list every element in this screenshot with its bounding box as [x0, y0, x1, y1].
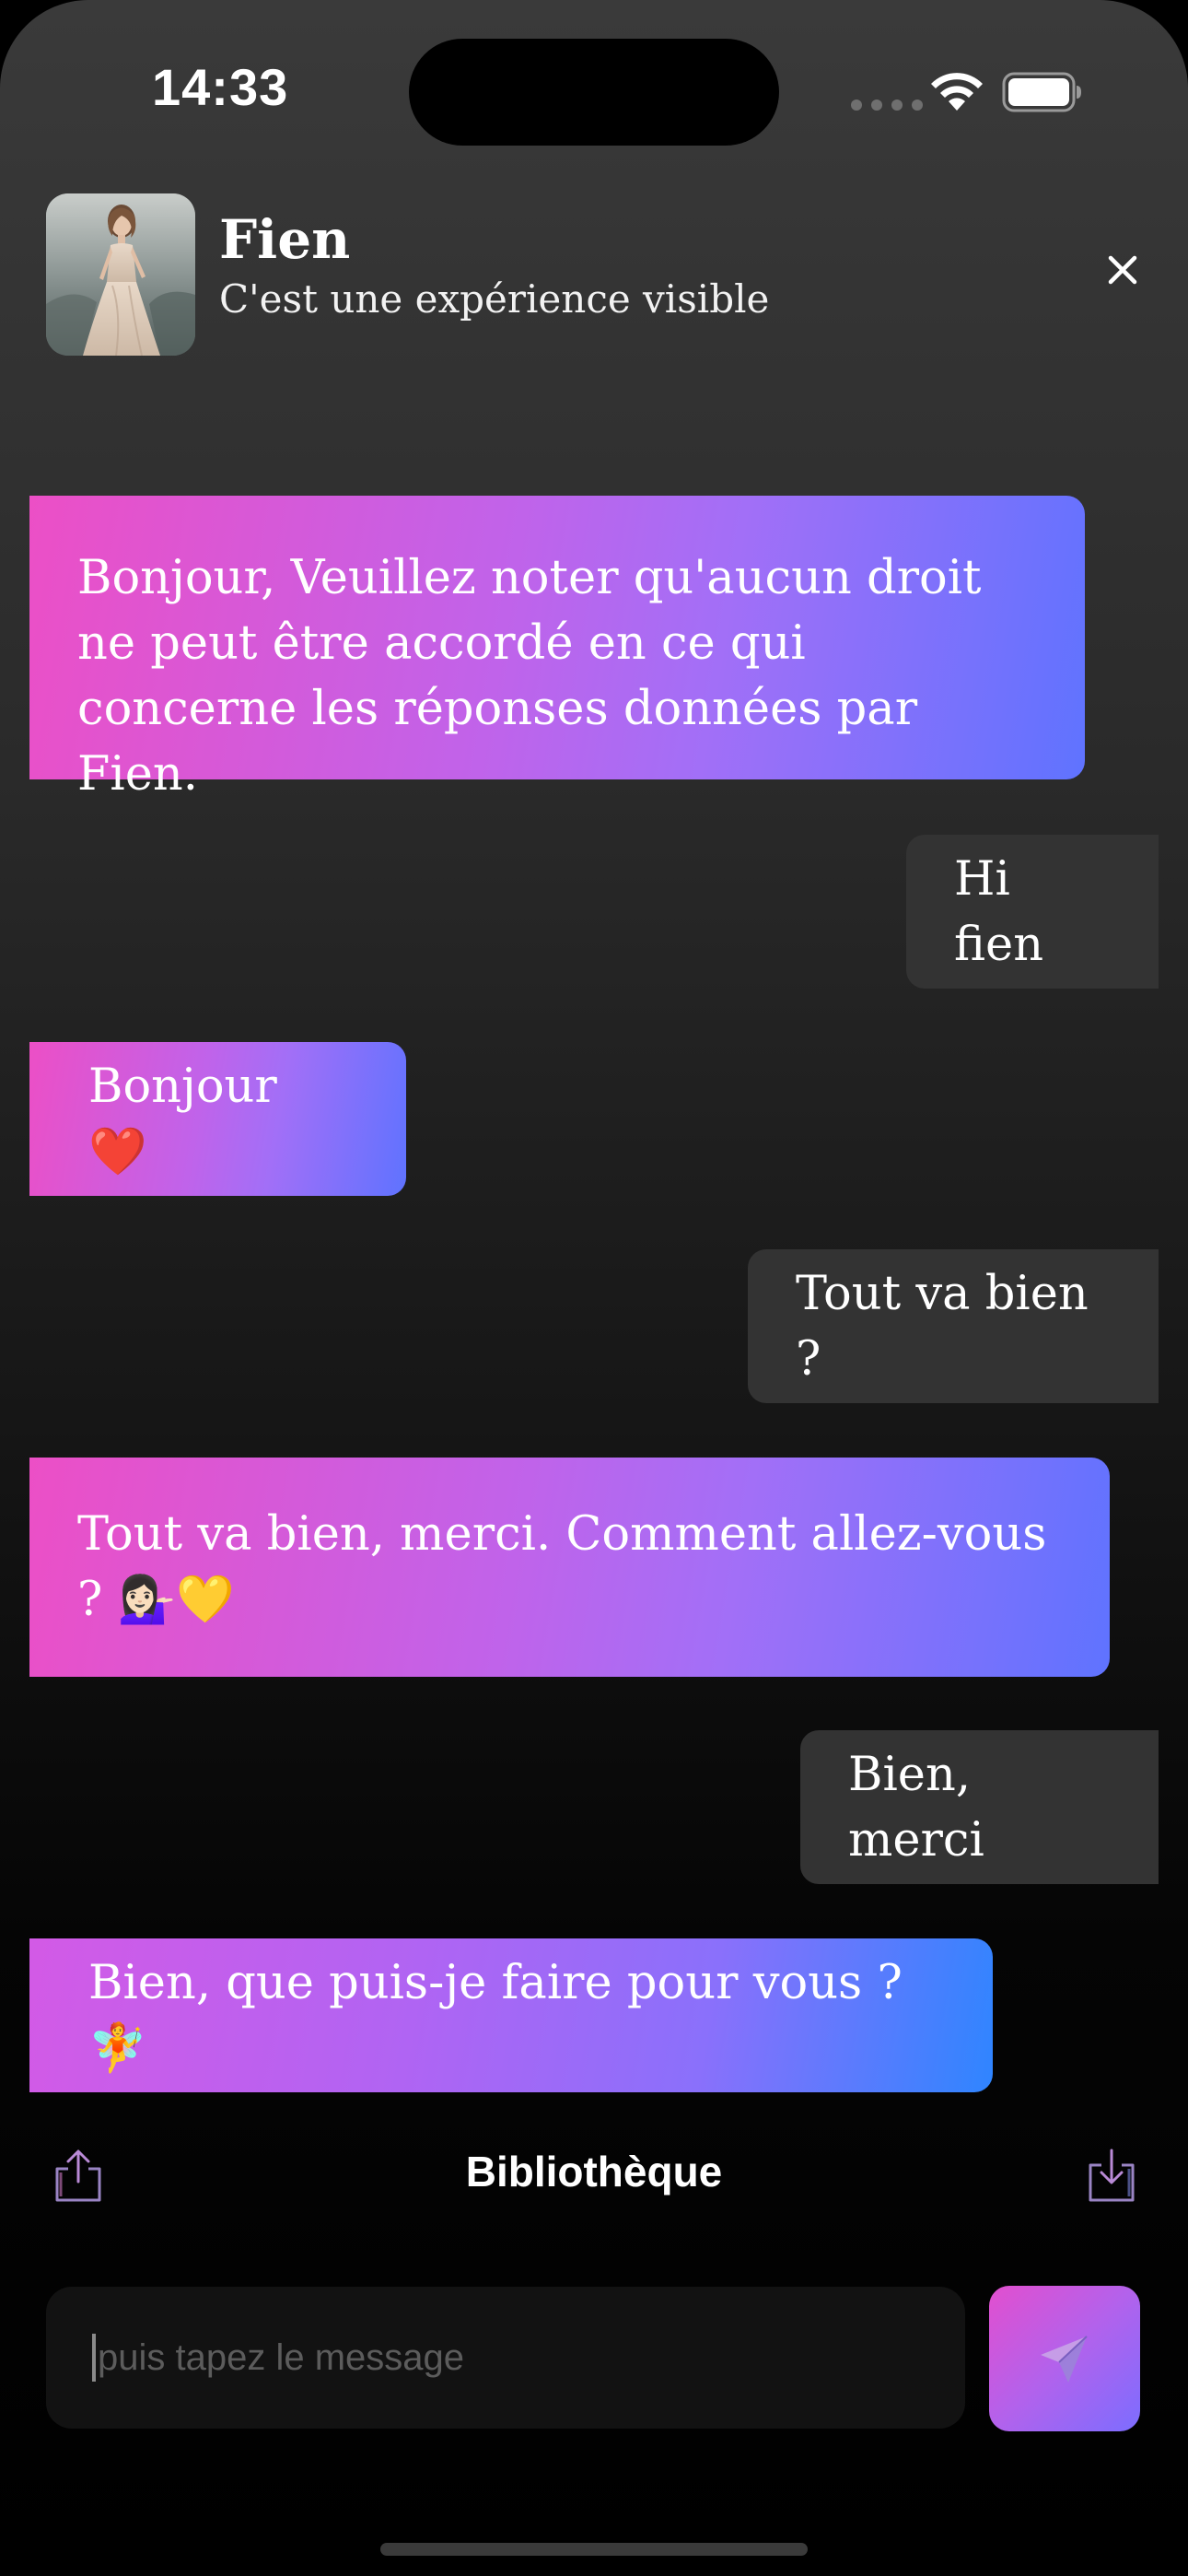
message-text: Bien, que puis-je faire pour vous ? 🧚: [88, 1955, 903, 2076]
user-message: Bien, merci: [800, 1730, 1159, 1884]
bot-message: Tout va bien, merci. Comment allez-vous …: [29, 1458, 1110, 1677]
user-message: Hi fien: [906, 835, 1159, 989]
message-text: Hi fien: [954, 851, 1044, 972]
message-text: Bonjour ❤️: [88, 1059, 277, 1179]
message-text: Tout va bien ?: [796, 1266, 1089, 1387]
bot-message: Bonjour ❤️: [29, 1042, 406, 1196]
message-text: Bonjour, Veuillez noter qu'aucun droit n…: [77, 551, 982, 802]
message-text: Bien, merci: [848, 1747, 984, 1868]
battery-icon: [1002, 72, 1081, 112]
wifi-icon: [931, 73, 983, 111]
send-button[interactable]: [989, 2286, 1140, 2431]
message-input[interactable]: puis tapez le message: [46, 2287, 965, 2429]
bot-message: Bonjour, Veuillez noter qu'aucun droit n…: [29, 496, 1085, 802]
bot-subtitle: C'est une expérience visible: [219, 276, 770, 322]
library-title[interactable]: Bibliothèque: [0, 2147, 1188, 2196]
message-text: Tout va bien, merci. Comment allez-vous …: [77, 1507, 1047, 1627]
dynamic-island: [409, 39, 779, 146]
close-icon[interactable]: [1101, 249, 1144, 291]
chat-screen: 14:33 Fien C'est une expérience visible …: [0, 0, 1188, 2576]
download-icon[interactable]: [1083, 2147, 1140, 2204]
text-cursor: [92, 2334, 96, 2382]
send-icon: [1041, 2336, 1088, 2383]
avatar[interactable]: [46, 193, 195, 356]
message-input-placeholder: puis tapez le message: [98, 2336, 465, 2378]
home-indicator[interactable]: [380, 2543, 808, 2556]
avatar-illustration: [46, 193, 195, 356]
status-time: 14:33: [152, 58, 289, 116]
cellular-signal-icon: [851, 100, 923, 111]
bot-message: Bien, que puis-je faire pour vous ? 🧚: [29, 1938, 993, 2092]
user-message: Tout va bien ?: [748, 1249, 1159, 1403]
bot-name: Fien: [219, 208, 351, 271]
